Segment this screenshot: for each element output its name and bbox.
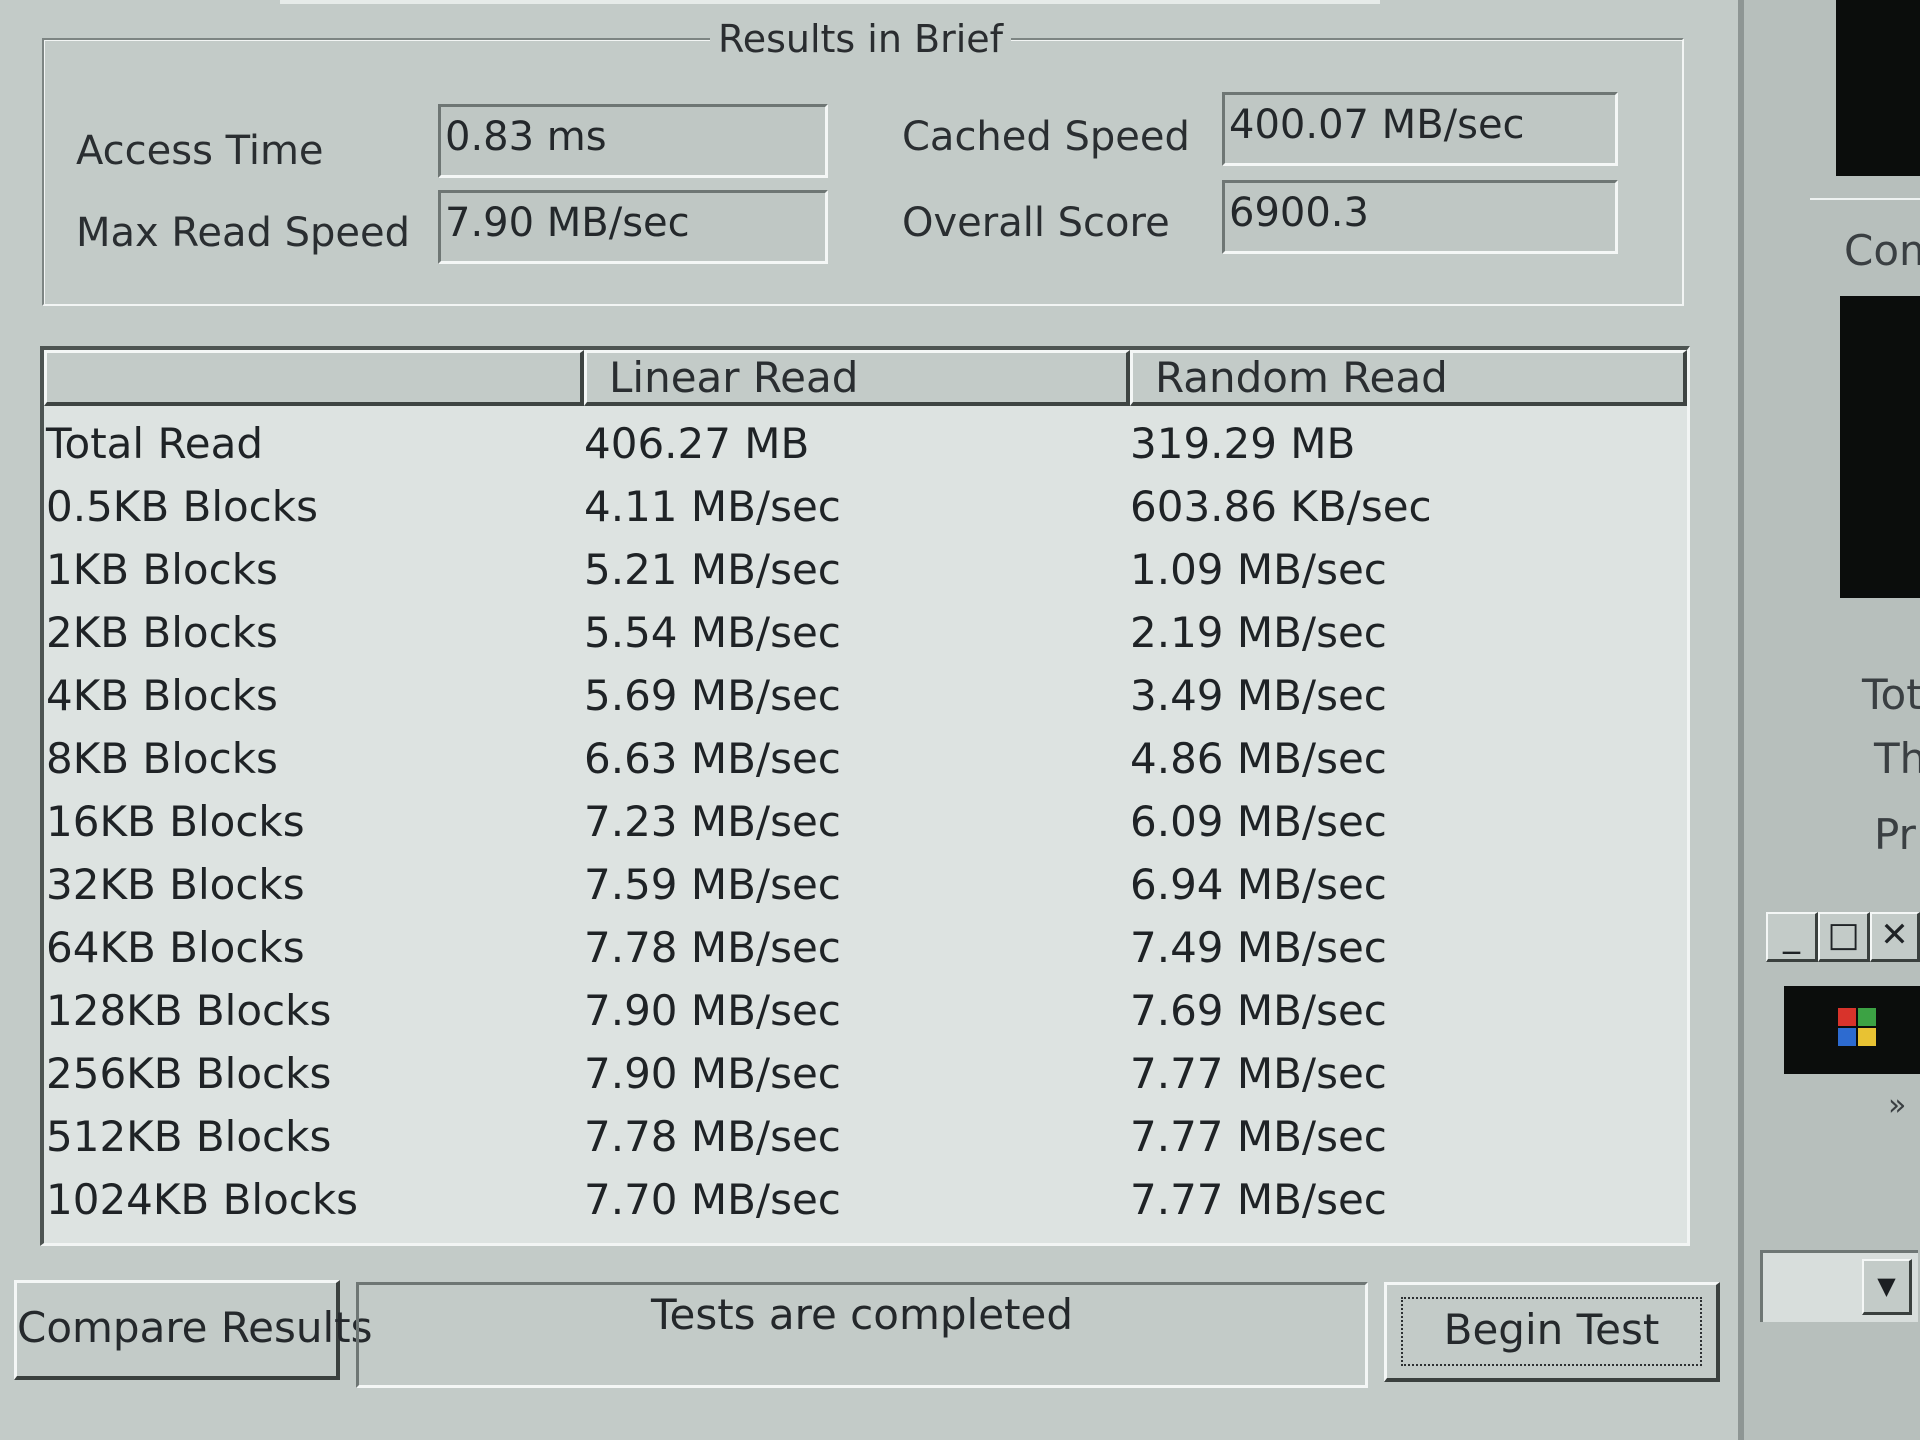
adjacent-window: Com Tot Th Pr bbox=[1744, 0, 1920, 1440]
close-icon[interactable]: ✕ bbox=[1870, 912, 1920, 962]
random-read-value: 4.86 MB/sec bbox=[1130, 734, 1387, 783]
linear-read-value: 6.63 MB/sec bbox=[584, 734, 841, 783]
maximize-icon[interactable]: □ bbox=[1818, 912, 1870, 962]
row-label: 256KB Blocks bbox=[46, 1049, 332, 1098]
table-row: 1KB Blocks 5.21 MB/sec 1.09 MB/sec bbox=[44, 540, 1684, 603]
window-top-edge bbox=[280, 0, 1380, 4]
linear-read-value: 7.70 MB/sec bbox=[584, 1175, 841, 1224]
random-read-value: 7.77 MB/sec bbox=[1130, 1175, 1387, 1224]
monitor-display-middle bbox=[1840, 296, 1920, 598]
random-read-value: 7.49 MB/sec bbox=[1130, 923, 1387, 972]
table-row: 32KB Blocks 7.59 MB/sec 6.94 MB/sec bbox=[44, 855, 1684, 918]
column-header-random-read[interactable]: Random Read bbox=[1130, 350, 1687, 406]
table-row: 0.5KB Blocks 4.11 MB/sec 603.86 KB/sec bbox=[44, 477, 1684, 540]
random-read-value: 3.49 MB/sec bbox=[1130, 671, 1387, 720]
chevron-down-icon[interactable]: ▼ bbox=[1862, 1259, 1912, 1315]
random-read-value: 6.94 MB/sec bbox=[1130, 860, 1387, 909]
begin-test-button[interactable]: Begin Test bbox=[1384, 1282, 1720, 1382]
random-read-value: 7.77 MB/sec bbox=[1130, 1112, 1387, 1161]
preview-display bbox=[1784, 986, 1920, 1074]
linear-read-value: 7.90 MB/sec bbox=[584, 986, 841, 1035]
linear-read-value: 7.78 MB/sec bbox=[584, 923, 841, 972]
linear-read-value: 5.69 MB/sec bbox=[584, 671, 841, 720]
table-row: 4KB Blocks 5.69 MB/sec 3.49 MB/sec bbox=[44, 666, 1684, 729]
row-label: 0.5KB Blocks bbox=[46, 482, 318, 531]
row-label: 4KB Blocks bbox=[46, 671, 278, 720]
minimize-icon[interactable]: _ bbox=[1766, 912, 1818, 962]
table-row: 128KB Blocks 7.90 MB/sec 7.69 MB/sec bbox=[44, 981, 1684, 1044]
table-row: 16KB Blocks 7.23 MB/sec 6.09 MB/sec bbox=[44, 792, 1684, 855]
label-fragment-th: Th bbox=[1874, 734, 1920, 783]
results-list[interactable]: Linear Read Random Read Total Read 406.2… bbox=[40, 346, 1690, 1246]
monitor-display-top bbox=[1836, 0, 1920, 176]
random-read-value: 603.86 KB/sec bbox=[1130, 482, 1432, 531]
overall-score-field: 6900.3 bbox=[1222, 180, 1618, 254]
random-read-value: 7.77 MB/sec bbox=[1130, 1049, 1387, 1098]
row-label: 2KB Blocks bbox=[46, 608, 278, 657]
access-time-label: Access Time bbox=[76, 128, 324, 174]
cached-speed-field: 400.07 MB/sec bbox=[1222, 92, 1618, 166]
cached-speed-label: Cached Speed bbox=[902, 114, 1190, 160]
dropdown-select[interactable]: ▼ bbox=[1760, 1250, 1918, 1322]
focus-rectangle bbox=[1401, 1297, 1702, 1366]
table-row: Total Read 406.27 MB 319.29 MB bbox=[44, 414, 1684, 477]
compare-results-button[interactable]: Compare Results bbox=[14, 1280, 373, 1380]
row-label: 64KB Blocks bbox=[46, 923, 305, 972]
chevron-icon[interactable]: » bbox=[1888, 1088, 1906, 1123]
group-edge bbox=[1810, 198, 1920, 200]
max-read-speed-label: Max Read Speed bbox=[76, 210, 411, 256]
windows-logo-icon bbox=[1838, 1008, 1856, 1026]
row-label: 32KB Blocks bbox=[46, 860, 305, 909]
table-row: 8KB Blocks 6.63 MB/sec 4.86 MB/sec bbox=[44, 729, 1684, 792]
max-read-speed-field: 7.90 MB/sec bbox=[438, 190, 828, 264]
windows-logo-green bbox=[1858, 1008, 1876, 1026]
random-read-value: 319.29 MB bbox=[1130, 419, 1356, 468]
row-label: 512KB Blocks bbox=[46, 1112, 332, 1161]
linear-read-value: 7.23 MB/sec bbox=[584, 797, 841, 846]
linear-read-value: 5.21 MB/sec bbox=[584, 545, 841, 594]
random-read-value: 2.19 MB/sec bbox=[1130, 608, 1387, 657]
column-header-name[interactable] bbox=[44, 350, 584, 406]
random-read-value: 1.09 MB/sec bbox=[1130, 545, 1387, 594]
access-time-field: 0.83 ms bbox=[438, 104, 828, 178]
linear-read-value: 7.78 MB/sec bbox=[584, 1112, 841, 1161]
group-title-fragment-2: Tot bbox=[1862, 670, 1920, 719]
column-header-linear-read[interactable]: Linear Read bbox=[584, 350, 1130, 406]
table-row: 2KB Blocks 5.54 MB/sec 2.19 MB/sec bbox=[44, 603, 1684, 666]
linear-read-value: 4.11 MB/sec bbox=[584, 482, 841, 531]
random-read-value: 6.09 MB/sec bbox=[1130, 797, 1387, 846]
row-label: 128KB Blocks bbox=[46, 986, 332, 1035]
linear-read-value: 5.54 MB/sec bbox=[584, 608, 841, 657]
label-fragment-pr: Pr bbox=[1874, 810, 1916, 859]
row-label: 8KB Blocks bbox=[46, 734, 278, 783]
windows-logo-yellow bbox=[1858, 1028, 1876, 1046]
benchmark-window: Results in Brief Access Time 0.83 ms Max… bbox=[0, 0, 1744, 1440]
table-row: 1024KB Blocks 7.70 MB/sec 7.77 MB/sec bbox=[44, 1170, 1684, 1233]
row-label: 16KB Blocks bbox=[46, 797, 305, 846]
row-label: 1KB Blocks bbox=[46, 545, 278, 594]
linear-read-value: 7.59 MB/sec bbox=[584, 860, 841, 909]
results-group-title: Results in Brief bbox=[710, 16, 1012, 62]
linear-read-value: 7.90 MB/sec bbox=[584, 1049, 841, 1098]
status-text: Tests are completed bbox=[356, 1282, 1368, 1388]
row-label: Total Read bbox=[46, 419, 263, 468]
overall-score-label: Overall Score bbox=[902, 200, 1170, 246]
linear-read-value: 406.27 MB bbox=[584, 419, 810, 468]
random-read-value: 7.69 MB/sec bbox=[1130, 986, 1387, 1035]
group-title-fragment: Com bbox=[1844, 226, 1920, 275]
table-row: 64KB Blocks 7.78 MB/sec 7.49 MB/sec bbox=[44, 918, 1684, 981]
row-label: 1024KB Blocks bbox=[46, 1175, 359, 1224]
table-row: 512KB Blocks 7.78 MB/sec 7.77 MB/sec bbox=[44, 1107, 1684, 1170]
windows-logo-blue bbox=[1838, 1028, 1856, 1046]
table-row: 256KB Blocks 7.90 MB/sec 7.77 MB/sec bbox=[44, 1044, 1684, 1107]
